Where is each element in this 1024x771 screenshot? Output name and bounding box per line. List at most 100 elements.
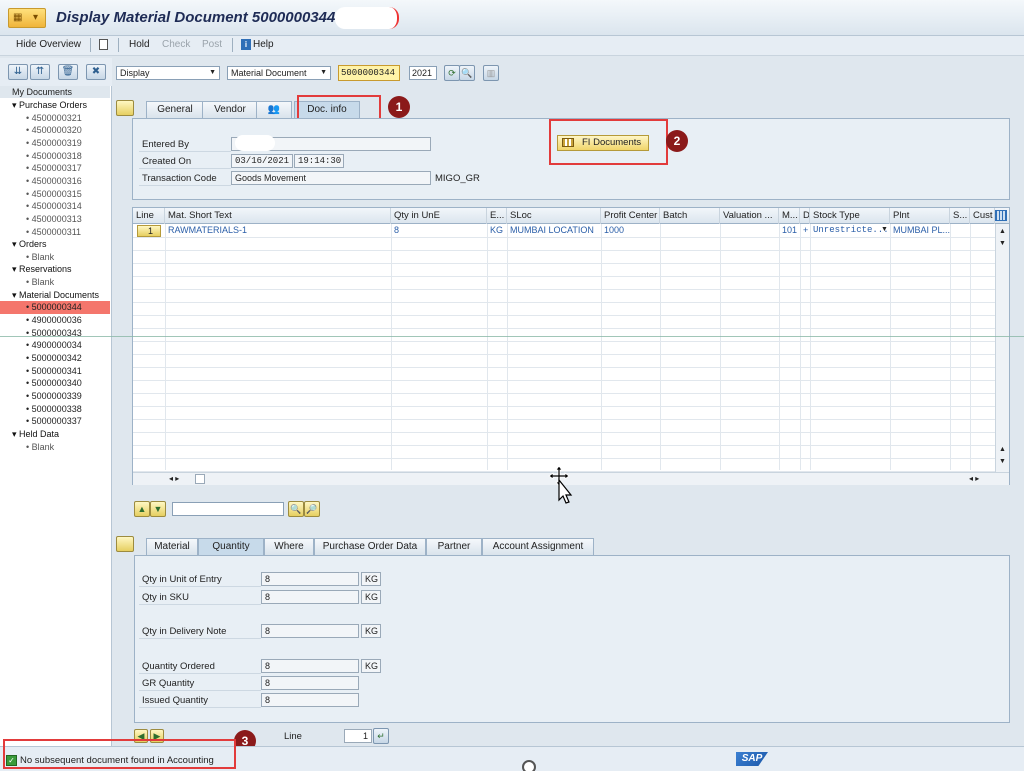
help-icon[interactable]: i bbox=[241, 39, 251, 50]
column-header[interactable]: Plnt bbox=[890, 208, 950, 224]
tree-item[interactable]: • 4500000320 bbox=[0, 124, 110, 137]
grid-cell-mat[interactable]: RAWMATERIALS-1 bbox=[165, 224, 391, 237]
execute-icon[interactable]: ⟳ bbox=[444, 65, 460, 81]
delete-icon[interactable]: 🗑 bbox=[58, 64, 78, 80]
tree-item[interactable]: • 5000000342 bbox=[0, 352, 110, 365]
grid-search-input[interactable] bbox=[172, 502, 284, 516]
check-button[interactable]: Check bbox=[162, 39, 190, 50]
tree-item[interactable]: • 4900000036 bbox=[0, 314, 110, 327]
tree-item[interactable]: • 5000000341 bbox=[0, 365, 110, 378]
new-document-icon[interactable] bbox=[99, 39, 108, 50]
find-icon[interactable]: 🔍 bbox=[288, 501, 304, 517]
grid-cell-batch[interactable] bbox=[660, 224, 720, 237]
tree-item[interactable]: • 5000000343 bbox=[0, 327, 110, 340]
document-year-input[interactable]: 2021 bbox=[409, 66, 437, 80]
tab-partner[interactable]: Partner bbox=[426, 538, 482, 555]
column-header[interactable]: Line bbox=[133, 208, 165, 224]
tree-folder-purchase-orders[interactable]: ▾ Purchase Orders bbox=[0, 99, 110, 112]
app-menu-icon[interactable]: ▦ ▾ bbox=[8, 8, 46, 28]
scroll-up-icon[interactable]: ▲ bbox=[999, 228, 1006, 235]
go-to-line-icon[interactable]: ↵ bbox=[373, 728, 389, 744]
scroll-up-icon[interactable]: ▲ bbox=[999, 446, 1006, 453]
column-header[interactable]: Qty in UnE bbox=[391, 208, 487, 224]
tree-folder-held-data[interactable]: ▾ Held Data bbox=[0, 428, 110, 441]
tree-item[interactable]: • 4500000316 bbox=[0, 175, 110, 188]
grid-cell-mvt[interactable]: 101 bbox=[779, 224, 800, 237]
column-header[interactable]: Cust bbox=[970, 208, 995, 224]
detail-toggle-icon[interactable] bbox=[116, 536, 134, 552]
column-header[interactable]: Valuation ... bbox=[720, 208, 779, 224]
collapse-all-icon[interactable]: ⇈ bbox=[30, 64, 50, 80]
tree-item[interactable]: • 4500000311 bbox=[0, 226, 110, 239]
column-header[interactable]: Mat. Short Text bbox=[165, 208, 391, 224]
tree-item[interactable]: • 4500000315 bbox=[0, 188, 110, 201]
column-header[interactable]: SLoc bbox=[507, 208, 601, 224]
grid-cell-sloc[interactable]: MUMBAI LOCATION bbox=[507, 224, 601, 237]
scroll-thumb[interactable] bbox=[195, 474, 205, 484]
tab-partners[interactable]: 👥 bbox=[256, 101, 292, 118]
line-input[interactable]: 1 bbox=[344, 729, 372, 743]
expand-arrow-icon[interactable]: ▾ bbox=[12, 429, 19, 439]
grid-cell-d[interactable]: + bbox=[800, 224, 810, 237]
tab-vendor[interactable]: Vendor bbox=[202, 101, 258, 118]
scroll-down-icon[interactable]: ▼ bbox=[999, 240, 1006, 247]
expand-arrow-icon[interactable]: ▾ bbox=[12, 290, 19, 300]
resize-handle[interactable] bbox=[522, 760, 536, 771]
column-header[interactable]: M... bbox=[779, 208, 800, 224]
tab-purchase-order-data[interactable]: Purchase Order Data bbox=[314, 538, 426, 555]
find-next-icon[interactable]: 🔎 bbox=[304, 501, 320, 517]
move-down-icon[interactable]: ▼ bbox=[150, 501, 166, 517]
tab-where[interactable]: Where bbox=[264, 538, 314, 555]
hide-overview-button[interactable]: Hide Overview bbox=[16, 39, 81, 50]
column-header[interactable]: E... bbox=[487, 208, 507, 224]
chevron-down-icon[interactable]: ▼ bbox=[881, 226, 888, 233]
grid-cell-val[interactable] bbox=[720, 224, 779, 237]
move-up-icon[interactable]: ▲ bbox=[134, 501, 150, 517]
expand-arrow-icon[interactable]: ▾ bbox=[12, 264, 19, 274]
expand-arrow-icon[interactable]: ▾ bbox=[12, 239, 19, 249]
scroll-left-icon[interactable]: ◂ ▸ bbox=[169, 474, 179, 483]
column-header[interactable]: Stock Type bbox=[810, 208, 890, 224]
tree-item[interactable]: • 4500000314 bbox=[0, 200, 110, 213]
column-layout-icon[interactable] bbox=[995, 210, 1007, 221]
header-toggle-icon[interactable] bbox=[116, 100, 134, 116]
tree-item[interactable]: • 4500000319 bbox=[0, 137, 110, 150]
tree-item[interactable]: • 5000000344 bbox=[0, 301, 110, 314]
tree-item[interactable]: • 4500000317 bbox=[0, 162, 110, 175]
tree-folder-material-documents[interactable]: ▾ Material Documents bbox=[0, 289, 110, 302]
tab-quantity[interactable]: Quantity bbox=[198, 538, 264, 555]
tree-item[interactable]: • Blank bbox=[0, 441, 110, 454]
tree-item[interactable]: • 4500000318 bbox=[0, 150, 110, 163]
tree-item[interactable]: • 5000000339 bbox=[0, 390, 110, 403]
tab-account-assignment[interactable]: Account Assignment bbox=[482, 538, 594, 555]
column-header[interactable]: Batch bbox=[660, 208, 720, 224]
help-button[interactable]: Help bbox=[253, 39, 274, 50]
grid-cell-qty[interactable]: 8 bbox=[391, 224, 487, 237]
expand-all-icon[interactable]: ⇊ bbox=[8, 64, 28, 80]
vertical-scrollbar[interactable]: ▲ ▼ ▲ ▼ bbox=[995, 224, 1009, 472]
tree-item[interactable]: • 5000000340 bbox=[0, 377, 110, 390]
tree-folder-reservations[interactable]: ▾ Reservations bbox=[0, 263, 110, 276]
scroll-right-icon[interactable]: ◂ ▸ bbox=[969, 474, 979, 483]
expand-arrow-icon[interactable]: ▾ bbox=[12, 100, 19, 110]
action-dropdown[interactable]: Display ▼ bbox=[116, 66, 220, 80]
grid-cell-stock[interactable]: Unrestricte... bbox=[810, 224, 890, 237]
grid-cell-plant[interactable]: MUMBAI PL... bbox=[890, 224, 950, 237]
reference-dropdown[interactable]: Material Document ▼ bbox=[227, 66, 331, 80]
find-icon[interactable]: 🔍 bbox=[459, 65, 475, 81]
tree-item[interactable]: • 4500000321 bbox=[0, 112, 110, 125]
tree-item[interactable]: • 4900000034 bbox=[0, 339, 110, 352]
tree-item[interactable]: • Blank bbox=[0, 276, 110, 289]
tab-general[interactable]: General bbox=[146, 101, 204, 118]
grid-cell-profit[interactable]: 1000 bbox=[601, 224, 660, 237]
tree-item[interactable]: • 5000000338 bbox=[0, 403, 110, 416]
column-header[interactable]: Profit Center bbox=[601, 208, 660, 224]
column-header[interactable]: D bbox=[800, 208, 810, 224]
tree-item[interactable]: • 4500000313 bbox=[0, 213, 110, 226]
grid-cell-unit[interactable]: KG bbox=[487, 224, 507, 237]
tab-material[interactable]: Material bbox=[146, 538, 198, 555]
document-number-input[interactable]: 5000000344 bbox=[338, 65, 400, 81]
tree-item[interactable]: • 5000000337 bbox=[0, 415, 110, 428]
tree-folder-orders[interactable]: ▾ Orders bbox=[0, 238, 110, 251]
grid-cell-line[interactable]: 1 bbox=[137, 225, 161, 237]
